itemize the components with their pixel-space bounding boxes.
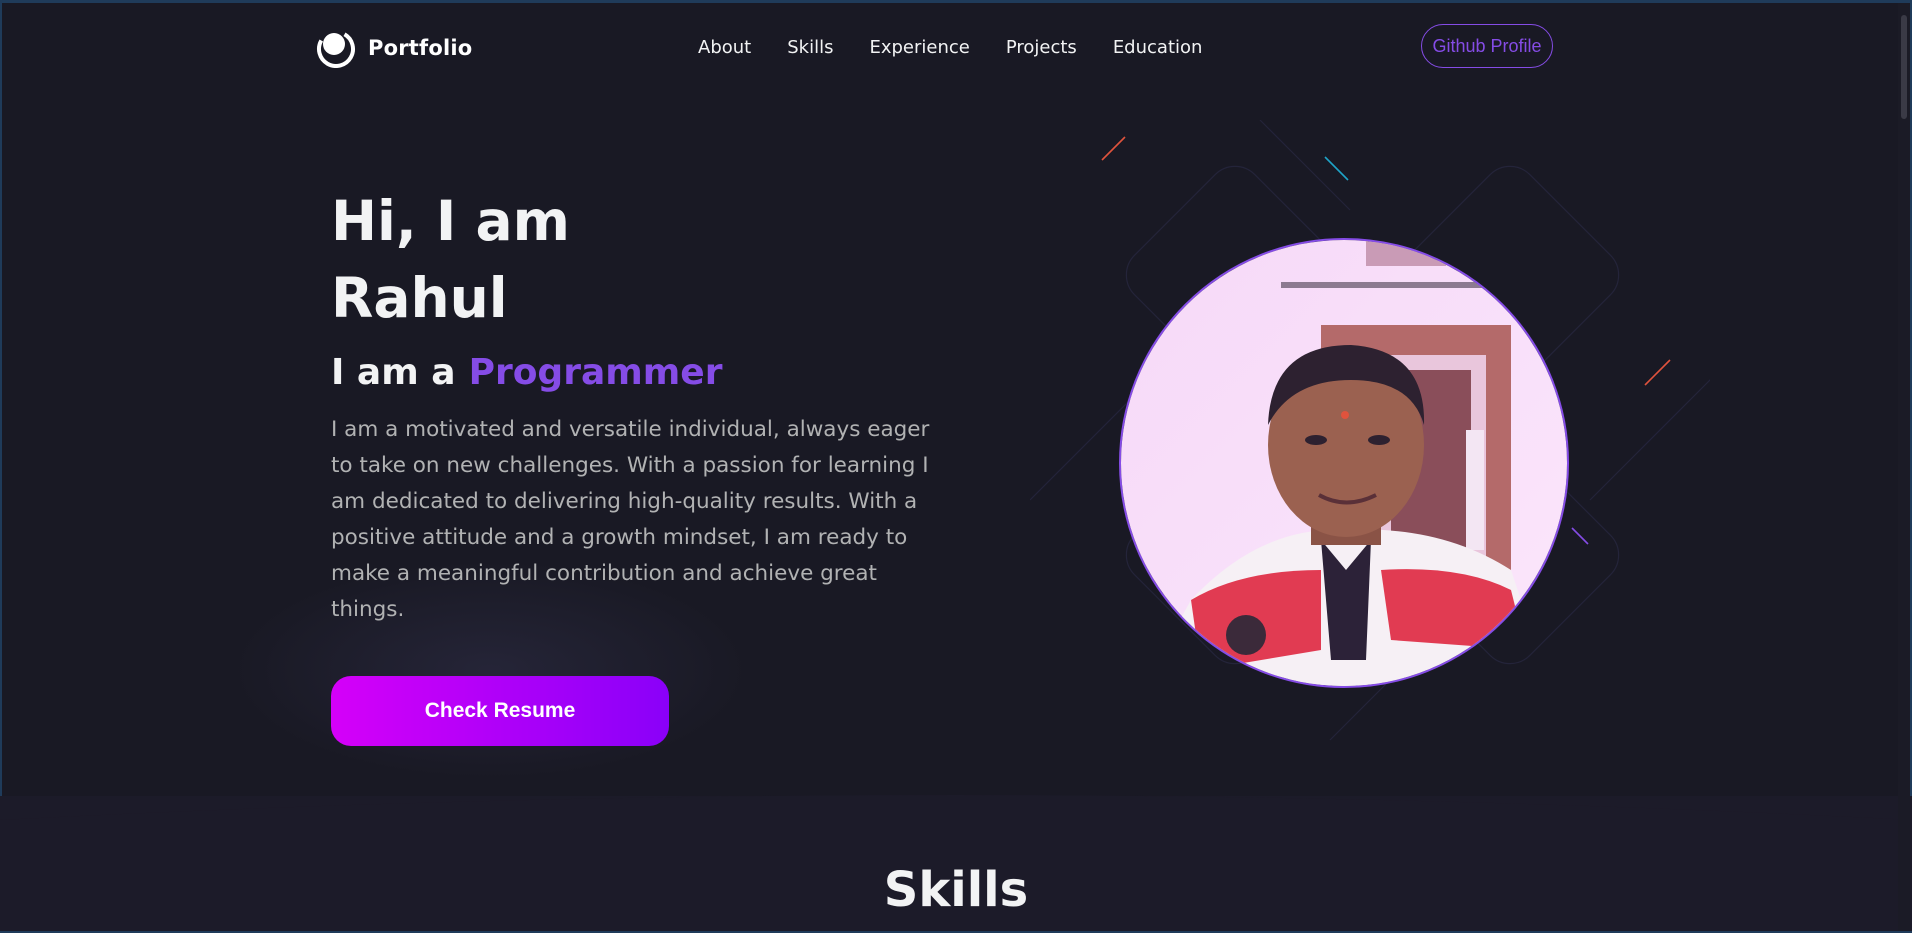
check-resume-button[interactable]: Check Resume	[331, 676, 669, 746]
hero-title: Hi, I am Rahul	[331, 183, 570, 337]
logo-icon	[316, 28, 356, 68]
hero-subtitle: I am a Programmer	[331, 348, 722, 398]
hero-title-greeting: Hi, I am	[331, 189, 570, 253]
nav-link-experience[interactable]: Experience	[869, 37, 969, 58]
profile-photo-illustration	[1121, 240, 1567, 686]
logo-text: Portfolio	[368, 36, 473, 60]
profile-photo	[1119, 238, 1569, 688]
hero-title-name: Rahul	[331, 266, 508, 330]
nav-link-skills[interactable]: Skills	[787, 37, 833, 58]
hero-description: I am a motivated and versatile individua…	[331, 417, 930, 622]
scrollbar-thumb[interactable]	[1901, 15, 1907, 119]
github-profile-button[interactable]: Github Profile	[1421, 24, 1553, 68]
hero-subtitle-role: Programmer	[468, 352, 723, 393]
logo-link[interactable]: Portfolio	[316, 28, 472, 68]
page-scrollbar[interactable]	[1898, 3, 1910, 931]
nav-link-about[interactable]: About	[698, 37, 751, 58]
skills-section-title: Skills	[883, 862, 1029, 918]
nav-link-projects[interactable]: Projects	[1006, 37, 1077, 58]
navbar: Portfolio About Skills Experience Projec…	[0, 3, 1912, 93]
nav-links: About Skills Experience Projects Educati…	[698, 37, 1202, 58]
section-divider-curve	[0, 795, 1912, 840]
nav-link-education[interactable]: Education	[1113, 37, 1203, 58]
hero-subtitle-prefix: I am a	[331, 352, 456, 393]
